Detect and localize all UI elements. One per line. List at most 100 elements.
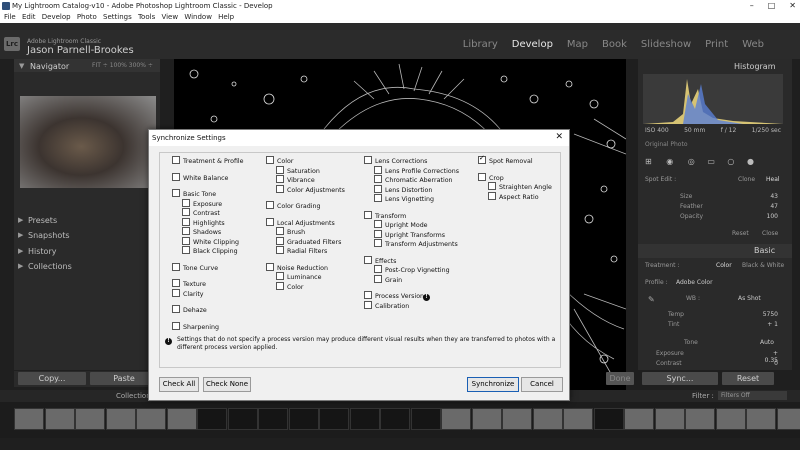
module-web[interactable]: Web <box>742 39 764 50</box>
maximize-button[interactable]: □ <box>768 0 776 12</box>
checkbox-grain[interactable]: Grain <box>364 274 459 286</box>
module-develop[interactable]: Develop <box>512 39 553 50</box>
checkbox-box[interactable] <box>266 201 274 209</box>
spot-reset-button[interactable]: Reset <box>732 230 749 237</box>
spot-close-button[interactable]: Close <box>762 230 778 237</box>
spot-removal-icon[interactable]: ◉ <box>666 157 673 166</box>
checkbox-box[interactable] <box>374 165 382 174</box>
checkbox-box[interactable] <box>172 156 180 164</box>
checkbox-box[interactable] <box>276 246 284 254</box>
tint-value[interactable]: + 1 <box>760 321 778 328</box>
filmstrip-thumbnail[interactable] <box>227 408 258 430</box>
checkbox-box[interactable] <box>182 198 190 207</box>
histogram[interactable] <box>643 74 783 124</box>
cancel-button[interactable]: Cancel <box>521 377 563 392</box>
close-icon[interactable]: ✕ <box>555 132 563 142</box>
checkbox-box[interactable] <box>182 208 190 216</box>
checkbox-lens-vignetting[interactable]: Lens Vignetting <box>364 194 459 205</box>
filmstrip-thumbnail[interactable] <box>44 408 75 430</box>
checkbox-aspect-ratio[interactable]: Aspect Ratio <box>478 191 552 203</box>
checkbox-box[interactable] <box>182 227 190 235</box>
checkbox-color-grading[interactable]: Color Grading <box>266 201 345 212</box>
checkbox-transform-adjustments[interactable]: Transform Adjustments <box>364 239 459 250</box>
module-book[interactable]: Book <box>602 39 627 50</box>
filmstrip-thumbnail[interactable] <box>563 408 593 430</box>
checkbox-box[interactable] <box>364 210 372 219</box>
temp-value[interactable]: 5750 <box>760 311 778 318</box>
checkbox-tone-curve[interactable]: Tone Curve <box>172 262 244 274</box>
opacity-value[interactable]: 100 <box>760 213 778 220</box>
filmstrip-thumbnail[interactable] <box>532 408 563 430</box>
checkbox-clarity[interactable]: Clarity <box>172 288 244 300</box>
grid-overlay-icon[interactable]: ⊞ <box>645 157 652 166</box>
filmstrip-thumbnail[interactable] <box>380 408 410 430</box>
filmstrip-thumbnail[interactable] <box>197 408 227 430</box>
checkbox-box[interactable] <box>364 255 372 264</box>
checkbox-spot-removal[interactable]: Spot Removal <box>478 154 552 167</box>
checkbox-box[interactable] <box>276 281 284 290</box>
check-all-button[interactable]: Check All <box>159 377 199 392</box>
checkbox-box[interactable] <box>276 165 284 174</box>
checkbox-box[interactable] <box>172 279 180 287</box>
filmstrip-thumbnail[interactable] <box>593 408 624 430</box>
checkbox-box[interactable] <box>276 236 284 245</box>
original-photo-label[interactable]: Original Photo <box>645 141 688 148</box>
collections-section[interactable]: ▶ Collections <box>14 260 160 274</box>
red-eye-icon[interactable]: ◎ <box>688 157 695 166</box>
filmstrip-thumbnail[interactable] <box>715 408 746 430</box>
filmstrip-thumbnail[interactable] <box>349 408 380 430</box>
sync-button[interactable]: Sync... <box>642 372 718 385</box>
checkbox-box[interactable] <box>172 262 180 271</box>
contrast-value[interactable]: 0 <box>760 360 778 367</box>
menu-window[interactable]: Window <box>184 13 212 21</box>
filmstrip-thumbnail[interactable] <box>624 408 654 430</box>
module-print[interactable]: Print <box>705 39 728 50</box>
checkbox-box[interactable] <box>488 191 496 200</box>
checkbox-box[interactable] <box>374 220 382 228</box>
module-library[interactable]: Library <box>463 39 498 50</box>
checkbox-box[interactable] <box>276 184 284 193</box>
filmstrip-thumbnail[interactable] <box>502 408 532 430</box>
checkbox-box[interactable] <box>374 239 382 247</box>
checkbox-box[interactable] <box>182 217 190 226</box>
checkbox-box[interactable] <box>172 321 180 330</box>
graduated-filter-icon[interactable]: ▭ <box>707 157 715 166</box>
treatment-bw-option[interactable]: Black & White <box>742 262 784 269</box>
eyedropper-icon[interactable]: ✎ <box>648 295 655 304</box>
brush-icon[interactable]: ● <box>747 157 754 166</box>
menu-settings[interactable]: Settings <box>103 13 132 21</box>
menu-tools[interactable]: Tools <box>138 13 155 21</box>
filmstrip-thumbnail[interactable] <box>471 408 502 430</box>
snapshots-section[interactable]: ▶ Snapshots <box>14 229 160 243</box>
reset-button[interactable]: Reset <box>722 372 774 385</box>
treatment-color-option[interactable]: Color <box>716 262 732 269</box>
checkbox-box[interactable] <box>374 229 382 238</box>
synchronize-button[interactable]: Synchronize <box>467 377 519 392</box>
size-value[interactable]: 43 <box>760 193 778 200</box>
menu-photo[interactable]: Photo <box>77 13 97 21</box>
checkbox-box[interactable] <box>276 272 284 280</box>
checkbox-box[interactable] <box>266 262 274 271</box>
filmstrip-thumbnail[interactable] <box>136 408 166 430</box>
filmstrip-thumbnail[interactable] <box>746 408 776 430</box>
checkbox-box[interactable] <box>172 288 180 297</box>
checkbox-calibration[interactable]: Calibration <box>364 300 459 312</box>
checkbox-sharpening[interactable]: Sharpening <box>172 321 244 333</box>
checkbox-box[interactable] <box>364 291 372 299</box>
filmstrip-thumbnail[interactable] <box>166 408 197 430</box>
checkbox-color-adjustments[interactable]: Color Adjustments <box>266 184 345 196</box>
checkbox-treatment-profile[interactable]: Treatment & Profile <box>172 156 244 167</box>
filmstrip-thumbnail[interactable] <box>258 408 288 430</box>
checkbox-box[interactable] <box>478 154 486 164</box>
checkbox-box[interactable] <box>478 172 486 181</box>
menu-view[interactable]: View <box>161 13 178 21</box>
collection-label[interactable]: Collection <box>116 392 151 400</box>
filmstrip-thumbnail[interactable] <box>75 408 105 430</box>
module-map[interactable]: Map <box>567 39 588 50</box>
history-section[interactable]: ▶ History <box>14 245 160 259</box>
menu-help[interactable]: Help <box>218 13 234 21</box>
navigator-preview[interactable] <box>20 96 156 188</box>
menu-file[interactable]: File <box>4 13 16 21</box>
copy-settings-button[interactable]: Copy... <box>18 372 86 385</box>
checkbox-process-version[interactable]: Process Version <box>364 291 459 302</box>
